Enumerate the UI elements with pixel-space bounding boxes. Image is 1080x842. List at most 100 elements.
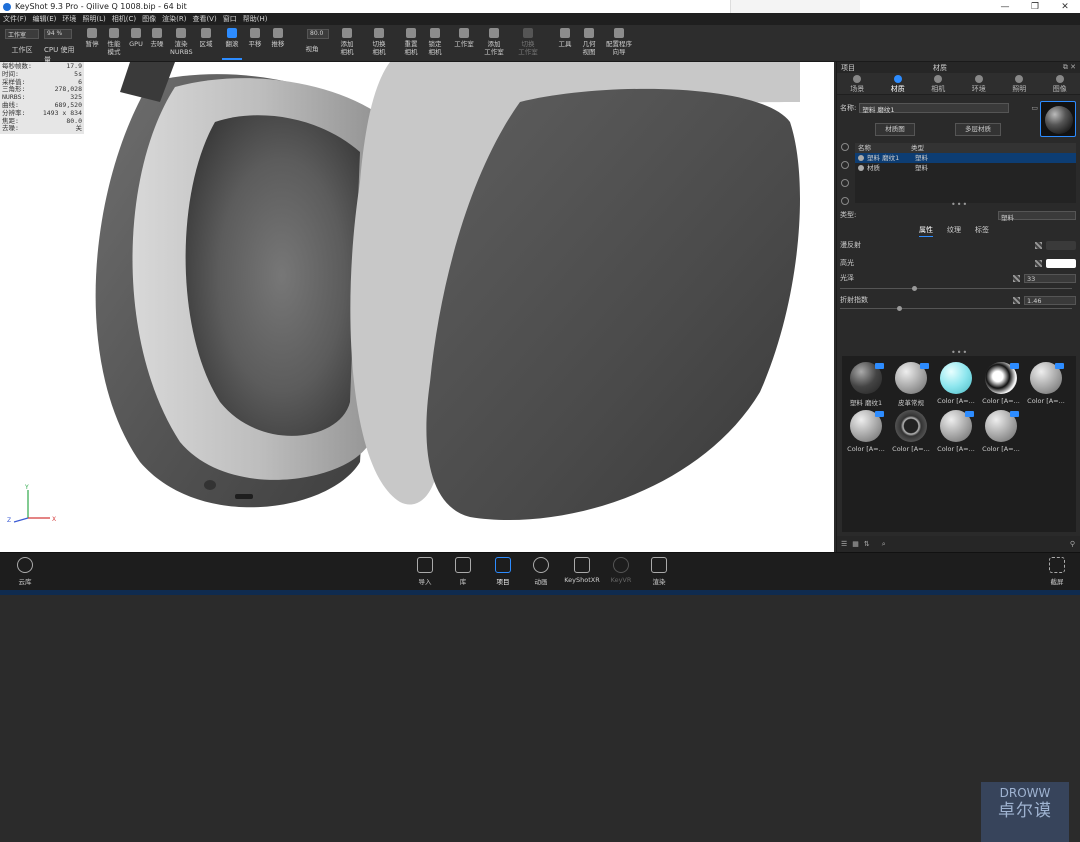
studio-button[interactable]: 工作室	[452, 28, 476, 60]
type-select[interactable]: 塑料	[998, 211, 1076, 220]
link-icon[interactable]	[841, 161, 849, 169]
screenshot-button[interactable]: 截屏	[1040, 557, 1074, 586]
menu-image[interactable]: 图像	[142, 14, 156, 24]
panel-window-tools[interactable]: ⧉ ✕	[1063, 63, 1076, 72]
performance-mode-button[interactable]: 性能模式	[104, 28, 124, 60]
menu-window[interactable]: 窗口	[223, 14, 237, 24]
list-item[interactable]: Color [A=...	[934, 360, 978, 406]
subtab-labels[interactable]: 标签	[975, 225, 989, 237]
list-item[interactable]: 塑料 磨纹1	[844, 360, 888, 406]
refresh-icon[interactable]	[841, 143, 849, 151]
pin-icon[interactable]: ⚲	[1070, 540, 1075, 548]
configurator-wizard-button[interactable]: 配置程序向导	[604, 28, 634, 60]
menu-view[interactable]: 查看(V)	[192, 14, 216, 24]
list-item[interactable]: 皮革常规	[889, 360, 933, 406]
environment-icon	[975, 75, 983, 83]
material-name-input[interactable]: 塑料 磨纹1	[859, 103, 1009, 113]
menu-camera[interactable]: 相机(C)	[112, 14, 136, 24]
roughness-value[interactable]: 33	[1024, 274, 1076, 283]
reset-camera-button[interactable]: 重置相机	[402, 28, 420, 60]
tools-button[interactable]: 工具	[556, 28, 574, 60]
minimize-button[interactable]: —	[990, 2, 1020, 12]
tab-environment[interactable]: 环境	[959, 73, 1000, 94]
menu-environment[interactable]: 环境	[62, 14, 76, 24]
panel-header: 项目 材质 ⧉ ✕	[837, 62, 1080, 73]
list-item[interactable]: Color [A=...	[844, 408, 888, 454]
lock-camera-button[interactable]: 锁定相机	[426, 28, 444, 60]
list-item[interactable]: Color [A=...	[934, 408, 978, 454]
list-item[interactable]: Color [A=...	[979, 408, 1023, 454]
list-item[interactable]: Color [A=...	[979, 360, 1023, 406]
keyvr-button[interactable]: KeyVR	[604, 557, 638, 584]
add-studio-button[interactable]: 添加工作室	[482, 28, 506, 60]
keyshotxr-button[interactable]: KeyShotXR	[563, 557, 601, 584]
cpu-usage-field[interactable]: 94 %	[44, 29, 72, 39]
subtab-textures[interactable]: 纹理	[947, 225, 961, 237]
pause-button[interactable]: 暂停	[84, 28, 100, 60]
studio-add-icon	[489, 28, 499, 38]
maximize-button[interactable]: ❐	[1020, 2, 1050, 12]
animation-button[interactable]: 动画	[524, 557, 558, 586]
import-button[interactable]: 导入	[408, 557, 442, 586]
splitter-handle[interactable]: •••	[951, 200, 968, 209]
project-panel: 项目 材质 ⧉ ✕ 场景 材质 相机 环境 照明 图像 名称: 塑料 磨纹1 ▭…	[836, 62, 1080, 552]
tab-material[interactable]: 材质	[878, 73, 919, 94]
diffuse-color-swatch[interactable]	[1046, 241, 1076, 250]
list-item[interactable]: Color [A=...	[889, 408, 933, 454]
cloud-library-button[interactable]: 云库	[8, 557, 42, 586]
menu-file[interactable]: 文件(F)	[3, 14, 27, 24]
subtab-properties[interactable]: 属性	[919, 225, 933, 237]
library-button[interactable]: 库	[446, 557, 480, 586]
region-button[interactable]: 区域	[197, 28, 215, 60]
gpu-button[interactable]: GPU	[128, 28, 144, 60]
tab-scene[interactable]: 场景	[837, 73, 878, 94]
tumble-button[interactable]: 翻滚	[222, 28, 242, 60]
tab-camera[interactable]: 相机	[918, 73, 959, 94]
menu-help[interactable]: 帮助(H)	[243, 14, 268, 24]
pan-button[interactable]: 平移	[246, 28, 264, 60]
menu-lighting[interactable]: 照明(L)	[82, 14, 105, 24]
texture-toggle-icon[interactable]	[1013, 297, 1020, 304]
material-graph-button[interactable]: 材质图	[875, 123, 915, 136]
switch-studio-button[interactable]: 切换工作室	[516, 28, 540, 60]
multilayer-material-button[interactable]: 多层材质	[955, 123, 1001, 136]
menu-render[interactable]: 渲染(R)	[162, 14, 186, 24]
save-material-icon[interactable]: ▭	[1031, 104, 1038, 112]
geometry-view-button[interactable]: 几何视图	[580, 28, 598, 60]
ior-value[interactable]: 1.46	[1024, 296, 1076, 305]
ior-slider[interactable]	[840, 308, 1072, 309]
menu-edit[interactable]: 编辑(E)	[33, 14, 57, 24]
list-view-icon[interactable]: ☰	[841, 540, 847, 548]
add-camera-button[interactable]: 添加相机	[338, 28, 356, 60]
render-viewport[interactable]: 每秒帧数:17.9 时间:5s 采样值:6 三角形:278,028 NURBS:…	[0, 62, 834, 552]
switch-camera-button[interactable]: 切换相机	[370, 28, 388, 60]
table-row[interactable]: 材质 塑料	[855, 163, 1076, 173]
render-stats-hud: 每秒帧数:17.9 时间:5s 采样值:6 三角形:278,028 NURBS:…	[0, 62, 84, 134]
texture-toggle-icon[interactable]	[1035, 260, 1042, 267]
texture-toggle-icon[interactable]	[1013, 275, 1020, 282]
roughness-slider[interactable]	[840, 288, 1072, 289]
sort-icon[interactable]: ⇅	[864, 540, 870, 548]
tab-image[interactable]: 图像	[1040, 73, 1080, 94]
workspace-select[interactable]: 工作室	[5, 29, 39, 39]
fov-field[interactable]: 80.0	[307, 29, 329, 39]
render-nurbs-button[interactable]: 渲染NURBS	[170, 28, 192, 60]
material-preview[interactable]	[1040, 101, 1076, 137]
ior-slider-knob[interactable]	[897, 306, 902, 311]
roughness-slider-knob[interactable]	[912, 286, 917, 291]
rotate-icon	[227, 28, 237, 38]
unlink-icon[interactable]	[841, 179, 849, 187]
search-icon[interactable]: ⌕	[882, 540, 886, 549]
grid-view-icon[interactable]: ▦	[852, 540, 859, 548]
list-item[interactable]: Color [A=...	[1024, 360, 1068, 406]
trash-icon[interactable]	[841, 197, 849, 205]
close-button[interactable]: ✕	[1050, 2, 1080, 12]
render-button[interactable]: 渲染	[642, 557, 676, 586]
denoise-button[interactable]: 去噪	[148, 28, 166, 60]
specular-color-swatch[interactable]	[1046, 259, 1076, 268]
table-row[interactable]: 塑料 磨纹1 塑料	[855, 153, 1076, 163]
dolly-button[interactable]: 推移	[268, 28, 288, 60]
tab-lighting[interactable]: 照明	[999, 73, 1040, 94]
texture-toggle-icon[interactable]	[1035, 242, 1042, 249]
project-button[interactable]: 项目	[486, 557, 520, 586]
